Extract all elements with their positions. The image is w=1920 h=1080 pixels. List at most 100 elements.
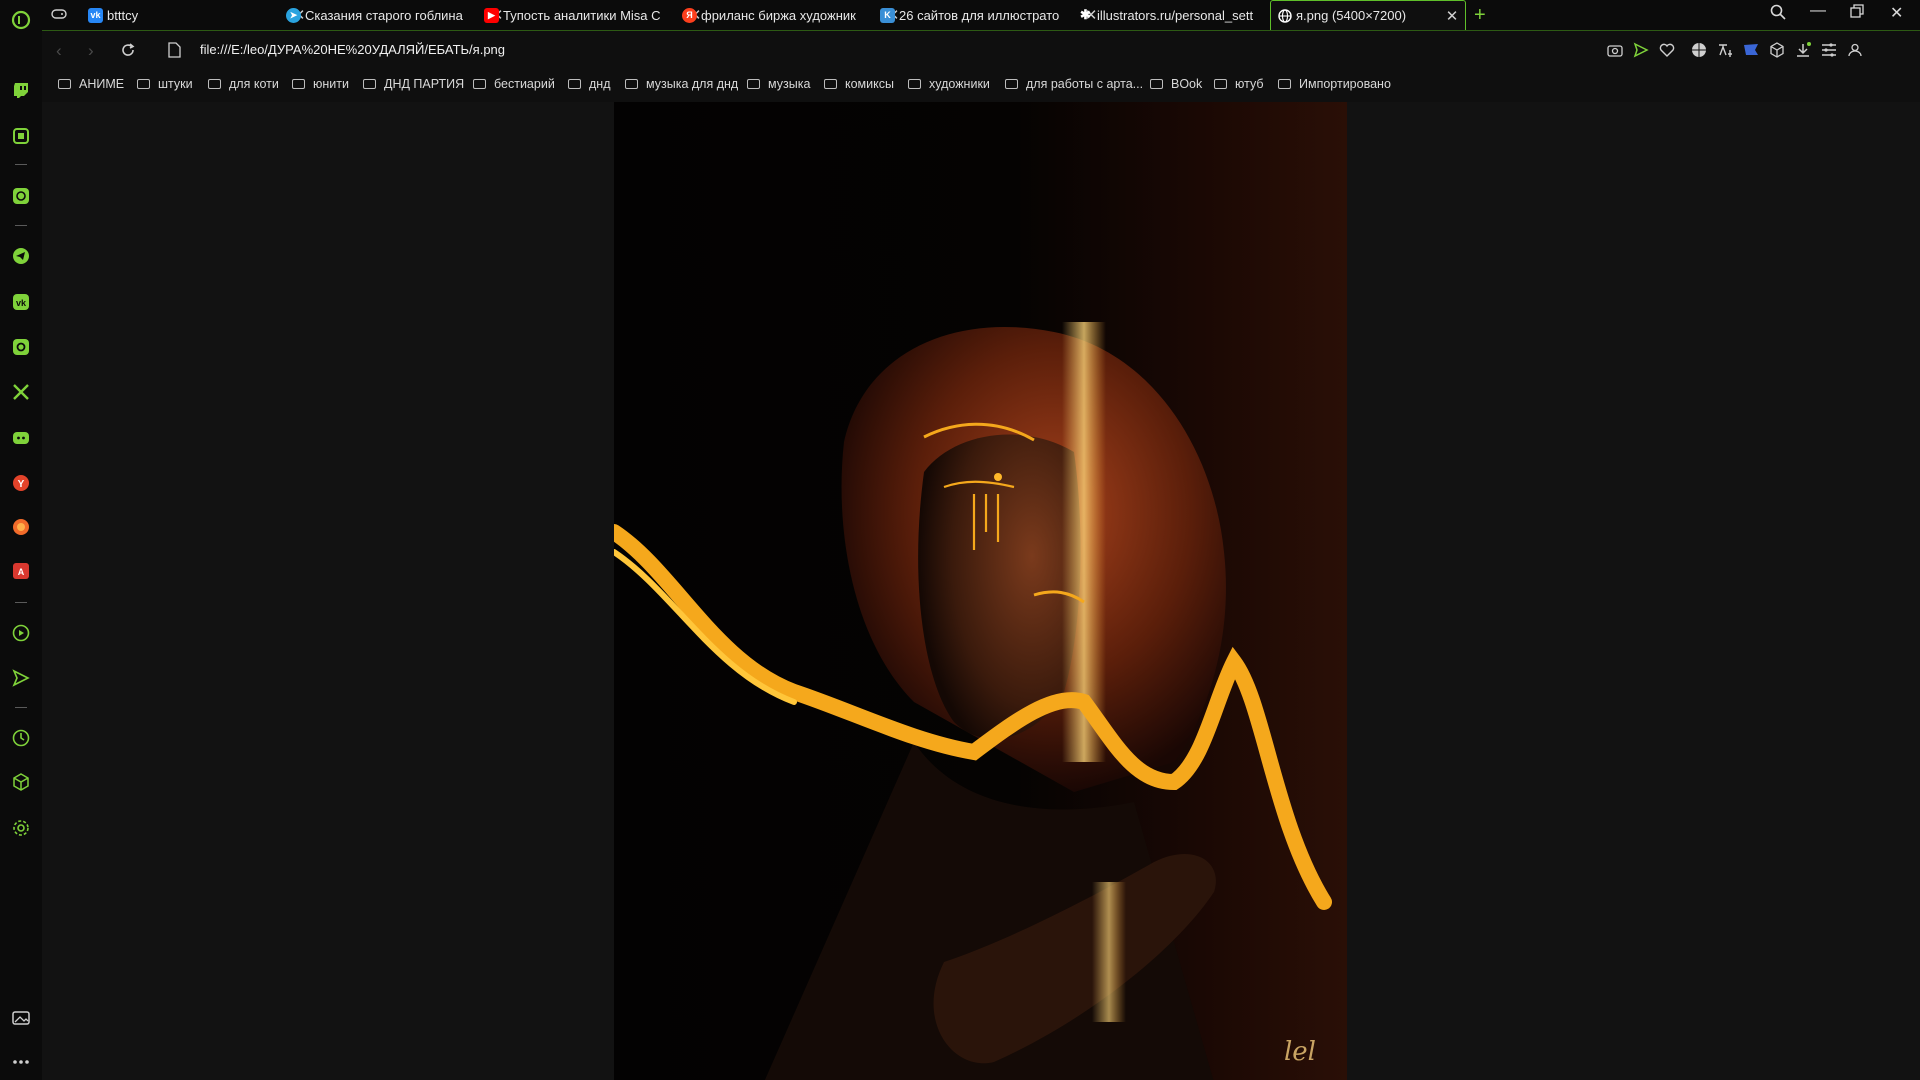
folder-icon — [747, 79, 760, 89]
folder-icon — [1278, 79, 1291, 89]
sidebar-separator — [15, 602, 27, 603]
url-field[interactable]: file:///E:/leo/ДУРА%20НЕ%20УДАЛЯЙ/ЕБАТЬ/… — [200, 42, 505, 57]
artwork-image[interactable]: lel — [614, 102, 1347, 1080]
folder-icon — [1150, 79, 1163, 89]
bookmark-folder[interactable]: днд — [568, 77, 611, 91]
bookmark-folder[interactable]: Импортировано — [1278, 77, 1391, 91]
more-icon[interactable] — [7, 1048, 35, 1076]
heart-icon[interactable] — [1658, 41, 1676, 59]
cube-icon[interactable] — [1768, 41, 1786, 59]
folder-icon — [473, 79, 486, 89]
bookmark-label: BOok — [1171, 77, 1203, 91]
send-icon[interactable] — [1632, 41, 1650, 59]
bookmark-folder[interactable]: художники — [908, 77, 990, 91]
back-button[interactable]: ‹ — [56, 41, 62, 61]
bookmark-folder[interactable]: АНИМЕ — [58, 77, 124, 91]
bookmark-folder[interactable]: комиксы — [824, 77, 894, 91]
profile-icon[interactable] — [1846, 41, 1864, 59]
file-icon — [168, 42, 181, 63]
bookmark-label: для коти — [229, 77, 279, 91]
player-icon[interactable] — [7, 619, 35, 647]
bookmark-label: ДНД ПАРТИЯ — [384, 77, 465, 91]
yandex-icon: Я — [682, 7, 697, 23]
yandex-icon[interactable]: Y — [7, 469, 35, 497]
settings-icon[interactable] — [7, 814, 35, 842]
translate-icon[interactable] — [1716, 41, 1734, 59]
bookmark-label: художники — [929, 77, 990, 91]
flag-extension-icon[interactable] — [1742, 41, 1760, 59]
bookmark-folder[interactable]: юнити — [292, 77, 349, 91]
svg-text:A: A — [18, 567, 25, 577]
close-icon[interactable]: ✕ — [1443, 7, 1461, 25]
cube-icon[interactable] — [7, 768, 35, 796]
tab[interactable]: ▶ Тупость аналитики Misa С ✕ — [478, 0, 708, 30]
discord-icon[interactable] — [7, 424, 35, 452]
bookmark-label: юнити — [313, 77, 349, 91]
sidebar-separator — [15, 225, 27, 226]
tab[interactable]: Я фриланс биржа художник ✕ — [676, 0, 906, 30]
bookmark-label: днд — [589, 77, 611, 91]
bug-icon: ✱ — [1080, 7, 1091, 22]
gamepad-icon[interactable] — [51, 7, 67, 26]
x-icon[interactable] — [7, 378, 35, 406]
snapshot-icon[interactable] — [1606, 41, 1624, 59]
sidebar-separator — [15, 707, 27, 708]
folder-icon — [824, 79, 837, 89]
gallery-icon[interactable] — [7, 1004, 35, 1032]
bookmark-folder[interactable]: ДНД ПАРТИЯ — [363, 77, 464, 91]
bookmark-folder[interactable]: бестиарий — [473, 77, 555, 91]
site-k-icon: K — [880, 7, 895, 23]
tab-title: btttcy — [107, 7, 139, 23]
bookmark-folder[interactable]: ютуб — [1214, 77, 1264, 91]
search-icon[interactable] — [1770, 4, 1786, 25]
bookmark-folder[interactable]: музыка для днд — [625, 77, 738, 91]
tab[interactable]: vk btttcy ✕ — [82, 0, 312, 30]
bookmark-folder[interactable]: штуки — [137, 77, 193, 91]
tab-title: illustrators.ru/personal_sett — [1097, 7, 1254, 23]
bookmark-folder[interactable]: BOok — [1150, 77, 1202, 91]
vkplay-icon[interactable] — [7, 513, 35, 541]
tab-title: Сказания старого гоблина — [305, 7, 463, 23]
bookmark-label: музыка для днд — [646, 77, 739, 91]
forward-button[interactable]: › — [88, 41, 94, 61]
reload-button[interactable] — [120, 42, 136, 63]
aria-icon[interactable]: A — [7, 557, 35, 585]
send-icon[interactable] — [7, 664, 35, 692]
bookmark-folder[interactable]: музыка — [747, 77, 810, 91]
instagram-icon[interactable] — [7, 333, 35, 361]
bookmark-folder[interactable]: для коти — [208, 77, 279, 91]
bookmark-label: бестиарий — [494, 77, 555, 91]
opera-box-icon[interactable] — [7, 122, 35, 150]
artwork-eye — [994, 473, 1002, 481]
close-window-button[interactable]: ✕ — [1890, 3, 1903, 23]
chatgpt-icon[interactable] — [7, 182, 35, 210]
tab[interactable]: K 26 сайтов для иллюстрато ✕ — [874, 0, 1104, 30]
opera-gx-logo-icon[interactable] — [7, 6, 35, 34]
tab-bar: vk btttcy ✕ ➤ Сказания старого гоблина ✕… — [42, 0, 1920, 30]
folder-icon — [908, 79, 921, 89]
tab[interactable]: ➤ Сказания старого гоблина ✕ — [280, 0, 510, 30]
folder-icon — [1005, 79, 1018, 89]
twitch-icon[interactable] — [7, 76, 35, 104]
youtube-icon: ▶ — [484, 7, 499, 23]
bookmark-label: комиксы — [845, 77, 894, 91]
bookmark-label: музыка — [768, 77, 811, 91]
easy-setup-icon[interactable] — [1820, 41, 1838, 59]
folder-icon — [363, 79, 376, 89]
bookmark-folder[interactable]: для работы с арта... — [1005, 77, 1143, 91]
tab-active[interactable]: я.png (5400×7200) ✕ — [1270, 0, 1466, 30]
new-tab-button[interactable]: + — [1474, 4, 1486, 27]
restore-button[interactable] — [1850, 4, 1864, 23]
telegram-icon[interactable] — [7, 242, 35, 270]
vpn-globe-icon[interactable] — [1690, 41, 1708, 59]
download-icon[interactable] — [1794, 41, 1812, 59]
bookmark-label: Импортировано — [1299, 77, 1391, 91]
vk-icon[interactable]: vk — [7, 288, 35, 316]
artwork-hand-light — [1092, 882, 1126, 1022]
history-icon[interactable] — [7, 724, 35, 752]
bookmark-label: для работы с арта... — [1026, 77, 1144, 91]
minimize-button[interactable]: — — [1810, 2, 1826, 20]
vk-icon: vk — [88, 7, 103, 23]
tab-title: 26 сайтов для иллюстрато — [899, 7, 1060, 23]
tab[interactable]: ✱ illustrators.ru/personal_sett ✕ — [1072, 0, 1302, 30]
